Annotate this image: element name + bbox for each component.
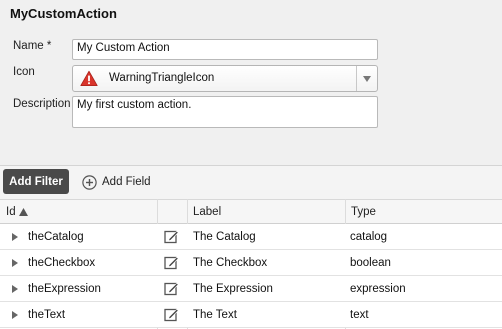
- expand-arrow-icon[interactable]: [12, 285, 18, 293]
- fields-toolbar: Add Filter Add Field: [0, 166, 502, 199]
- fields-table: Id Label Type theCatalog The Catalog cat…: [0, 199, 502, 329]
- row-id: theText: [28, 309, 66, 321]
- row-type: text: [350, 309, 369, 321]
- table-row[interactable]: theCheckbox The Checkbox boolean: [0, 250, 502, 276]
- row-id: theCheckbox: [28, 257, 96, 269]
- expand-arrow-icon[interactable]: [12, 311, 18, 319]
- row-label: The Text: [193, 309, 237, 321]
- sort-ascending-icon: [18, 208, 28, 216]
- table-header: Id Label Type: [0, 199, 502, 224]
- icon-select[interactable]: WarningTriangleIcon: [72, 65, 378, 92]
- name-input[interactable]: My Custom Action: [72, 39, 378, 60]
- panel-title: MyCustomAction: [10, 6, 117, 21]
- table-row[interactable]: theExpression The Expression expression: [0, 276, 502, 302]
- chevron-down-icon: [363, 75, 371, 82]
- plus-circle-icon: [82, 174, 97, 190]
- table-row[interactable]: theCatalog The Catalog catalog: [0, 224, 502, 250]
- edit-icon[interactable]: [164, 255, 179, 270]
- add-field-label: Add Field: [102, 176, 151, 188]
- icon-label: Icon: [13, 66, 35, 78]
- row-label: The Expression: [193, 283, 273, 295]
- custom-action-form: MyCustomAction Name * My Custom Action I…: [0, 0, 502, 165]
- table-row[interactable]: theText The Text text: [0, 302, 502, 328]
- edit-icon[interactable]: [164, 229, 179, 244]
- column-header-id[interactable]: Id: [0, 200, 157, 224]
- row-type: boolean: [350, 257, 391, 269]
- edit-icon[interactable]: [164, 307, 179, 322]
- expand-arrow-icon[interactable]: [12, 233, 18, 241]
- description-textarea[interactable]: My first custom action.: [72, 96, 378, 128]
- row-type: expression: [350, 283, 406, 295]
- warning-triangle-icon: [80, 70, 98, 86]
- row-id: theCatalog: [28, 231, 84, 243]
- expand-arrow-icon[interactable]: [12, 259, 18, 267]
- column-header-label[interactable]: Label: [187, 200, 345, 224]
- add-filter-button[interactable]: Add Filter: [3, 169, 69, 194]
- name-label: Name *: [13, 40, 52, 52]
- add-field-button[interactable]: Add Field: [82, 174, 151, 190]
- column-header-id-label: Id: [6, 206, 16, 218]
- icon-select-dropdown[interactable]: [356, 66, 377, 91]
- row-label: The Catalog: [193, 231, 256, 243]
- row-type: catalog: [350, 231, 388, 243]
- edit-icon[interactable]: [164, 281, 179, 296]
- row-label: The Checkbox: [193, 257, 268, 269]
- icon-select-value: WarningTriangleIcon: [109, 72, 215, 84]
- description-label: Description: [13, 98, 71, 110]
- column-header-type[interactable]: Type: [345, 200, 502, 224]
- row-id: theExpression: [28, 283, 101, 295]
